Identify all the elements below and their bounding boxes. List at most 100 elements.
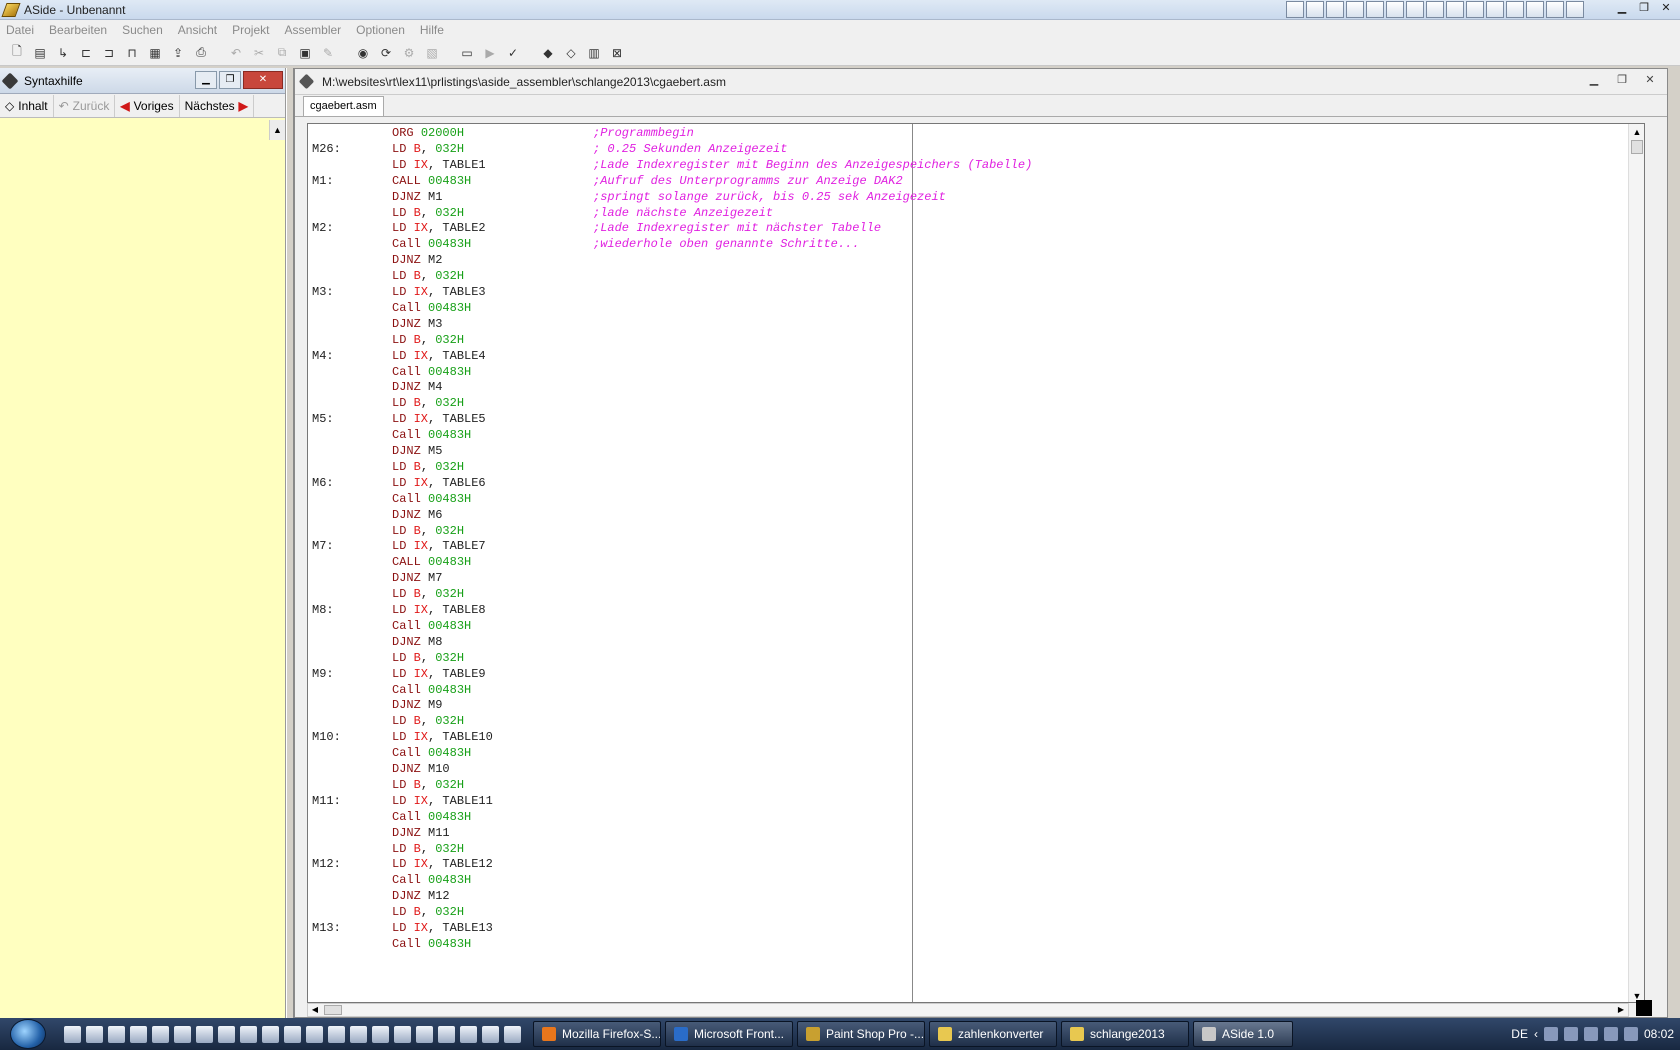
tools-icon[interactable]: ▧ <box>423 44 441 62</box>
app-shortcut-icon[interactable] <box>108 1025 125 1043</box>
app-shortcut-icon[interactable] <box>130 1025 147 1043</box>
app-shortcut-icon[interactable] <box>438 1025 455 1043</box>
panel-close-button[interactable]: ✕ <box>243 71 283 89</box>
app-shortcut-icon[interactable] <box>1406 1 1424 18</box>
mail-icon[interactable] <box>1346 1 1364 18</box>
menu-assembler[interactable]: Assembler <box>284 23 341 37</box>
app-shortcut-icon[interactable] <box>416 1025 433 1043</box>
app-shortcut-icon[interactable] <box>482 1025 499 1043</box>
app-shortcut-icon[interactable] <box>1306 1 1324 18</box>
app-shortcut-icon[interactable] <box>240 1025 257 1043</box>
code-editor[interactable]: ▲ ▼ ORG 02000H ;Programmbegin M26: LD B, 03… <box>307 123 1645 1003</box>
undo-icon[interactable]: ↶ <box>227 44 245 62</box>
editor-restore-button[interactable]: ❐ <box>1611 73 1633 89</box>
app-shortcut-icon[interactable] <box>394 1025 411 1043</box>
paste-icon[interactable]: ▣ <box>296 44 314 62</box>
previous-button[interactable]: ◀ Voriges <box>115 94 180 117</box>
app-shortcut-icon[interactable] <box>1286 1 1304 18</box>
save-all-icon[interactable]: ▦ <box>146 44 164 62</box>
panel-minimize-button[interactable]: ▁ <box>195 71 217 89</box>
start-button[interactable] <box>10 1019 46 1049</box>
menu-projekt[interactable]: Projekt <box>232 23 269 37</box>
app-shortcut-icon[interactable] <box>306 1025 323 1043</box>
menu-datei[interactable]: Datei <box>6 23 34 37</box>
save-as-icon[interactable]: ⊓ <box>123 44 141 62</box>
app-shortcut-icon[interactable] <box>1526 1 1544 18</box>
print-icon[interactable]: ⎙ <box>192 44 210 62</box>
app-shortcut-icon[interactable] <box>350 1025 367 1043</box>
menu-ansicht[interactable]: Ansicht <box>178 23 217 37</box>
edit-icon[interactable]: ✎ <box>319 44 337 62</box>
contents-button[interactable]: ◇ Inhalt <box>0 94 54 117</box>
taskbar-button[interactable]: Mozilla Firefox-S... <box>533 1021 661 1047</box>
app-shortcut-icon[interactable] <box>460 1025 477 1043</box>
app-shortcut-icon[interactable] <box>328 1025 345 1043</box>
menu-suchen[interactable]: Suchen <box>122 23 163 37</box>
open-project-icon[interactable]: ⊏ <box>77 44 95 62</box>
app-shortcut-icon[interactable] <box>86 1025 103 1043</box>
next-button[interactable]: Nächstes ▶ <box>180 94 254 117</box>
save-icon[interactable]: ⊐ <box>100 44 118 62</box>
new-file-icon[interactable]: 🗋 <box>8 44 26 62</box>
excel-icon[interactable] <box>1486 1 1504 18</box>
app-shortcut-icon[interactable] <box>174 1025 191 1043</box>
help-scrollbar-up[interactable]: ▲ <box>269 120 285 140</box>
h-scroll-thumb[interactable] <box>324 1005 342 1015</box>
taskbar-button[interactable]: ASide 1.0 <box>1193 1021 1293 1047</box>
back-button[interactable]: ↶ Zurück <box>54 94 116 117</box>
exit-icon[interactable]: ⊠ <box>608 44 626 62</box>
vertical-scrollbar[interactable]: ▲ ▼ <box>1628 124 1644 1002</box>
horizontal-scrollbar[interactable]: ◀ ▶ <box>307 1003 1629 1017</box>
app-shortcut-icon[interactable] <box>196 1025 213 1043</box>
app-shortcut-icon[interactable] <box>372 1025 389 1043</box>
folder-icon[interactable]: ▭ <box>458 44 476 62</box>
app-shortcut-icon[interactable] <box>218 1025 235 1043</box>
help-icon[interactable]: ◇ <box>562 44 580 62</box>
volume-icon[interactable] <box>1623 1027 1638 1041</box>
scroll-thumb[interactable] <box>1631 140 1643 154</box>
copy-icon[interactable]: ⧉ <box>273 44 291 62</box>
pin-icon[interactable] <box>1 72 19 89</box>
app-shortcut-icon[interactable] <box>1566 1 1584 18</box>
acrobat-icon[interactable] <box>1546 1 1564 18</box>
tray-app-icon[interactable] <box>1583 1027 1598 1041</box>
close-button[interactable]: ✕ <box>1656 1 1676 17</box>
view-icon[interactable]: ◉ <box>354 44 372 62</box>
new-document-icon[interactable]: ▤ <box>31 44 49 62</box>
app-shortcut-icon[interactable] <box>64 1025 81 1043</box>
tray-app-icon[interactable] <box>1543 1027 1558 1041</box>
app-shortcut-icon[interactable] <box>1446 1 1464 18</box>
app-shortcut-icon[interactable] <box>262 1025 279 1043</box>
app-shortcut-icon[interactable] <box>152 1025 169 1043</box>
panel-splitter[interactable] <box>286 68 294 1018</box>
scroll-left-arrow[interactable]: ◀ <box>308 1004 322 1016</box>
word-icon[interactable] <box>1466 1 1484 18</box>
run-icon[interactable]: ▶ <box>481 44 499 62</box>
replace-icon[interactable]: ⟳ <box>377 44 395 62</box>
open-icon[interactable]: ↳ <box>54 44 72 62</box>
language-indicator[interactable]: DE <box>1511 1027 1528 1041</box>
scroll-right-arrow[interactable]: ▶ <box>1614 1004 1628 1016</box>
tray-expand-icon[interactable]: ‹ <box>1534 1027 1538 1041</box>
pin-icon[interactable] <box>298 73 315 90</box>
bookmark-icon[interactable]: ◆ <box>539 44 557 62</box>
minimize-button[interactable]: ▁ <box>1612 1 1632 17</box>
menu-optionen[interactable]: Optionen <box>356 23 405 37</box>
taskbar-button[interactable]: Microsoft Front... <box>665 1021 793 1047</box>
app-shortcut-icon[interactable] <box>284 1025 301 1043</box>
assemble-icon[interactable]: ✓ <box>504 44 522 62</box>
menu-bearbeiten[interactable]: Bearbeiten <box>49 23 107 37</box>
taskbar-button[interactable]: schlange2013 <box>1061 1021 1189 1047</box>
export-icon[interactable]: ⇪ <box>169 44 187 62</box>
app-shortcut-icon[interactable] <box>1426 1 1444 18</box>
panel-restore-button[interactable]: ❐ <box>219 71 241 89</box>
app-shortcut-icon[interactable] <box>504 1025 521 1043</box>
editor-minimize-button[interactable]: ▁ <box>1583 73 1605 89</box>
powerpoint-icon[interactable] <box>1506 1 1524 18</box>
app-shortcut-icon[interactable] <box>1366 1 1384 18</box>
scroll-up-arrow[interactable]: ▲ <box>1629 124 1644 140</box>
clock[interactable]: 08:02 <box>1644 1027 1674 1041</box>
app-shortcut-icon[interactable] <box>1326 1 1344 18</box>
app-shortcut-icon[interactable] <box>1386 1 1404 18</box>
taskbar-button[interactable]: Paint Shop Pro -... <box>797 1021 925 1047</box>
